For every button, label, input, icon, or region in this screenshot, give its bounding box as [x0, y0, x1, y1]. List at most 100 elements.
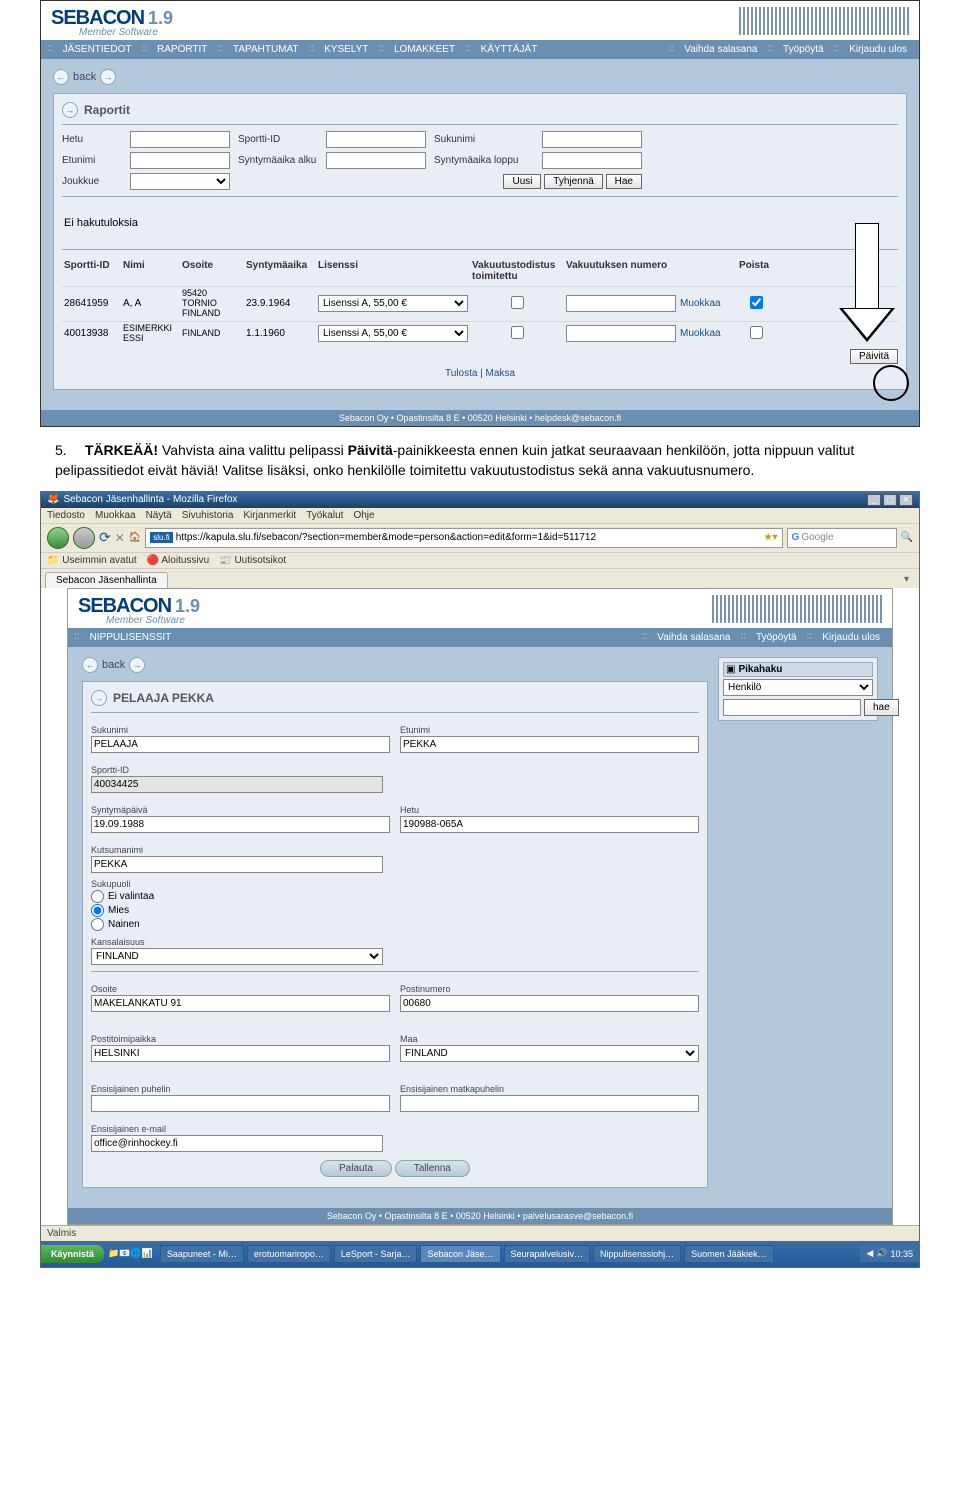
- print-pay-links[interactable]: Tulosta | Maksa: [62, 368, 898, 379]
- url-bar[interactable]: slu.fihttps://kapula.slu.fi/sebacon/?sec…: [145, 528, 782, 548]
- menu-view[interactable]: Näytä: [146, 510, 172, 521]
- menu-raportit[interactable]: RAPORTIT: [151, 43, 213, 56]
- input-syntloppu[interactable]: [542, 152, 642, 169]
- radio-male[interactable]: [91, 904, 104, 917]
- menu-desktop[interactable]: Työpöytä: [750, 631, 803, 644]
- start-button[interactable]: Käynnistä: [41, 1245, 104, 1263]
- back-button[interactable]: ←: [82, 657, 98, 673]
- menu-jasentiedot[interactable]: JÄSENTIEDOT: [57, 43, 138, 56]
- input-postitoim[interactable]: [91, 1045, 390, 1062]
- input-osoite[interactable]: [91, 995, 390, 1012]
- search-box[interactable]: GGoogle: [787, 528, 897, 548]
- taskbar-item[interactable]: LeSport - Sarja…: [334, 1245, 418, 1263]
- menu-history[interactable]: Sivuhistoria: [182, 510, 234, 521]
- bookmark-item[interactable]: 🔴 Aloitussivu: [147, 555, 210, 566]
- nav-forward-button[interactable]: [73, 527, 95, 549]
- menu-kayttajat[interactable]: KÄYTTÄJÄT: [475, 43, 544, 56]
- input-matka[interactable]: [400, 1095, 699, 1112]
- taskbar-item[interactable]: Suomen Jääkiek…: [684, 1245, 774, 1263]
- input-postinum[interactable]: [400, 995, 699, 1012]
- menu-edit[interactable]: Muokkaa: [95, 510, 136, 521]
- bookmark-item[interactable]: 📰 Uutisotsikot: [219, 555, 286, 566]
- input-hetu[interactable]: [400, 816, 699, 833]
- paivita-button[interactable]: Päivitä: [850, 349, 898, 364]
- bookmark-item[interactable]: 📁 Useimmin avatut: [47, 555, 137, 566]
- quicksearch-type[interactable]: Henkilö: [723, 679, 873, 696]
- taskbar-item[interactable]: erotuomariropo…: [247, 1245, 331, 1263]
- menu-lomakkeet[interactable]: LOMAKKEET: [388, 43, 461, 56]
- input-syntalku[interactable]: [326, 152, 426, 169]
- checkbox-poista[interactable]: [750, 326, 763, 339]
- search-icon[interactable]: 🔍: [901, 532, 913, 543]
- select-maa[interactable]: FINLAND: [400, 1045, 699, 1062]
- stop-icon[interactable]: ✕: [115, 531, 125, 545]
- input-sukunimi[interactable]: [91, 736, 390, 753]
- tyhjenna-button[interactable]: Tyhjennä: [544, 174, 603, 189]
- menu-desktop[interactable]: Työpöytä: [777, 43, 830, 56]
- bookmarks-bar: 📁 Useimmin avatut 🔴 Aloitussivu 📰 Uutiso…: [41, 552, 919, 568]
- quicksearch-button[interactable]: hae: [864, 699, 899, 716]
- input-vaknum[interactable]: [566, 295, 676, 312]
- menu-change-pw[interactable]: Vaihda salasana: [651, 631, 736, 644]
- home-icon[interactable]: 🏠: [129, 532, 141, 543]
- menu-change-pw[interactable]: Vaihda salasana: [678, 43, 763, 56]
- expand-icon[interactable]: →: [62, 102, 78, 118]
- system-tray[interactable]: ◀🔊10:35: [860, 1245, 919, 1262]
- back-button[interactable]: ←: [53, 69, 69, 85]
- menu-tools[interactable]: Työkalut: [306, 510, 343, 521]
- menu-nippu[interactable]: NIPPULISENSSIT: [84, 631, 178, 644]
- input-sportti[interactable]: [326, 131, 426, 148]
- select-joukkue[interactable]: [130, 173, 230, 190]
- menu-file[interactable]: Tiedosto: [47, 510, 85, 521]
- close-button[interactable]: ✕: [899, 494, 913, 506]
- menu-logout[interactable]: Kirjaudu ulos: [843, 43, 913, 56]
- forward-button[interactable]: →: [100, 69, 116, 85]
- input-etunimi[interactable]: [130, 152, 230, 169]
- quicksearch-input[interactable]: [723, 699, 861, 716]
- logo: SEBACON1.9 Member Software: [51, 7, 173, 38]
- radio-none[interactable]: [91, 890, 104, 903]
- label-matka: Ensisijainen matkapuhelin: [400, 1084, 699, 1094]
- select-kansal[interactable]: FINLAND: [91, 948, 383, 965]
- expand-icon[interactable]: →: [91, 690, 107, 706]
- browser-tab[interactable]: Sebacon Jäsenhallinta: [45, 572, 168, 588]
- label-sportti: Sportti-ID: [91, 765, 383, 775]
- input-puh[interactable]: [91, 1095, 390, 1112]
- maximize-button[interactable]: ▢: [883, 494, 897, 506]
- hae-button[interactable]: Hae: [606, 174, 642, 189]
- collapse-icon[interactable]: ▣: [726, 664, 735, 675]
- menu-logout[interactable]: Kirjaudu ulos: [816, 631, 886, 644]
- label-sukunimi: Sukunimi: [91, 725, 390, 735]
- select-license[interactable]: Lisenssi A, 55,00 €: [318, 325, 468, 342]
- radio-female[interactable]: [91, 918, 104, 931]
- edit-link[interactable]: Muokkaa: [680, 298, 735, 309]
- input-hetu[interactable]: [130, 131, 230, 148]
- taskbar-item[interactable]: Seurapalvelusiv…: [504, 1245, 591, 1263]
- checkbox-vakuutus[interactable]: [511, 326, 524, 339]
- input-email[interactable]: [91, 1135, 383, 1152]
- input-etunimi[interactable]: [400, 736, 699, 753]
- taskbar-item[interactable]: Sebacon Jäse…: [420, 1245, 500, 1263]
- reload-icon[interactable]: ⟳: [99, 529, 111, 546]
- edit-link[interactable]: Muokkaa: [680, 328, 735, 339]
- tab-list-icon[interactable]: ▾: [898, 572, 915, 587]
- input-kutsuma[interactable]: [91, 856, 383, 873]
- menu-help[interactable]: Ohje: [353, 510, 374, 521]
- menu-bookmarks[interactable]: Kirjanmerkit: [243, 510, 296, 521]
- checkbox-poista[interactable]: [750, 296, 763, 309]
- select-license[interactable]: Lisenssi A, 55,00 €: [318, 295, 468, 312]
- input-synt[interactable]: [91, 816, 390, 833]
- nav-back-button[interactable]: [47, 527, 69, 549]
- uusi-button[interactable]: Uusi: [503, 174, 541, 189]
- input-vaknum[interactable]: [566, 325, 676, 342]
- forward-button[interactable]: →: [129, 657, 145, 673]
- tallenna-button[interactable]: Tallenna: [395, 1160, 470, 1177]
- menu-kyselyt[interactable]: KYSELYT: [318, 43, 374, 56]
- taskbar-item[interactable]: Saapuneet - Mi…: [160, 1245, 244, 1263]
- checkbox-vakuutus[interactable]: [511, 296, 524, 309]
- input-sukunimi[interactable]: [542, 131, 642, 148]
- menu-tapahtumat[interactable]: TAPAHTUMAT: [227, 43, 305, 56]
- palauta-button[interactable]: Palauta: [320, 1160, 392, 1177]
- minimize-button[interactable]: _: [867, 494, 881, 506]
- taskbar-item[interactable]: Nippulisenssiohj…: [593, 1245, 681, 1263]
